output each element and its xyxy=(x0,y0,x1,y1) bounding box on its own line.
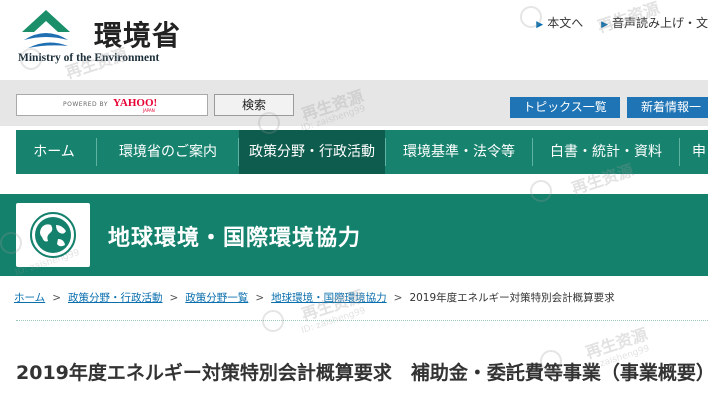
breadcrumb-separator: > xyxy=(169,292,179,304)
globe-icon xyxy=(30,212,76,258)
logo-japanese-text: 環境省 xyxy=(94,19,182,52)
nav-item-standards[interactable]: 環境基準・法令等 xyxy=(386,130,532,174)
nav-item-application[interactable]: 申 xyxy=(680,130,708,174)
breadcrumb-link-policy-list[interactable]: 政策分野一覧 xyxy=(185,292,248,304)
logo-english-text: Ministry of the Environment xyxy=(18,52,160,64)
nav-item-about[interactable]: 環境省のご案内 xyxy=(98,130,238,174)
nav-item-home[interactable]: ホーム xyxy=(16,130,92,174)
breadcrumb-link-policy[interactable]: 政策分野・行政活動 xyxy=(68,292,163,304)
breadcrumb-separator: > xyxy=(52,292,61,304)
breadcrumb: ホーム > 政策分野・行政活動 > 政策分野一覧 > 地球環境・国際環境協力 >2019年度エ… xyxy=(14,290,615,305)
search-bar-row: POWERED BY YAHOO! JAPAN 検索 トピックス一覧 新着情報一 xyxy=(0,80,708,126)
watermark-id: ID: zaisheng99 xyxy=(300,305,367,337)
breadcrumb-separator: > xyxy=(255,292,265,304)
watermark-text: 再生资源 xyxy=(583,324,650,363)
nav-item-policy[interactable]: 政策分野・行政活動 xyxy=(239,130,385,174)
nav-item-whitepaper[interactable]: 白書・統計・資料 xyxy=(533,130,679,174)
new-info-button[interactable]: 新着情報一 xyxy=(627,97,708,118)
text-to-speech-link[interactable]: ▶ 音声読み上げ・文 xyxy=(601,14,708,31)
mountain-logo-icon xyxy=(22,10,70,48)
arrow-right-icon: ▶ xyxy=(536,20,544,30)
page-title: 2019年度エネルギー対策特別会計概算要求 補助金・委託費等事業（事業概要） xyxy=(16,362,708,384)
yahoo-japan-label: JAPAN xyxy=(143,108,155,113)
utility-links: ▶ 本文へ ▶ 音声読み上げ・文 xyxy=(522,14,708,31)
breadcrumb-current: 2019年度エネルギー対策特別会計概算要求 xyxy=(409,292,615,304)
breadcrumb-separator: > xyxy=(393,292,403,304)
search-input[interactable]: POWERED BY YAHOO! JAPAN xyxy=(16,94,208,116)
arrow-right-icon: ▶ xyxy=(601,20,608,30)
watermark-icon xyxy=(262,310,284,332)
skip-to-content-link[interactable]: ▶ 本文へ xyxy=(536,14,583,31)
global-nav: ホーム 環境省のご案内 政策分野・行政活動 環境基準・法令等 白書・統計・資料 … xyxy=(16,130,708,174)
breadcrumb-link-home[interactable]: ホーム xyxy=(14,292,45,304)
site-header: 環境省 Ministry of the Environment ▶ 本文へ ▶ 音声… xyxy=(0,0,708,80)
util-link-label: 本文へ xyxy=(547,16,584,30)
category-icon-frame xyxy=(16,203,90,267)
ministry-logo[interactable]: 環境省 Ministry of the Environment xyxy=(18,6,193,68)
powered-by-label: POWERED BY xyxy=(63,101,109,108)
util-link-label: 音声読み上げ・文 xyxy=(611,16,708,30)
category-title: 地球環境・国際環境協力 xyxy=(108,226,362,251)
nav-divider xyxy=(96,138,97,166)
breadcrumb-link-global-env[interactable]: 地球環境・国際環境協力 xyxy=(271,292,387,304)
topics-list-button[interactable]: トピックス一覧 xyxy=(510,97,620,118)
dotted-divider xyxy=(16,320,708,321)
search-button[interactable]: 検索 xyxy=(214,94,294,116)
category-header-band: 地球環境・国際環境協力 xyxy=(0,194,708,276)
